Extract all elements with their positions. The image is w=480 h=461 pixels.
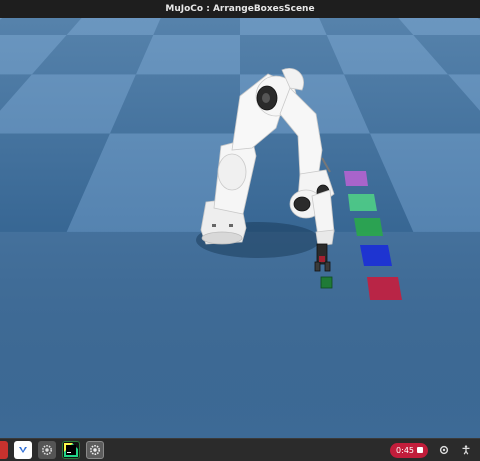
violet-target — [344, 171, 368, 186]
scene-canvas[interactable] — [0, 18, 480, 438]
gear-glyph-active — [90, 445, 100, 455]
small-green-box — [320, 276, 333, 289]
vscode-icon[interactable] — [14, 441, 32, 459]
recording-time: 0:45 — [396, 445, 414, 455]
notification-icon[interactable] — [436, 442, 452, 458]
blue-target — [360, 245, 392, 266]
green-target — [354, 218, 383, 236]
red-target — [367, 277, 402, 300]
taskbar: 0:45 — [0, 438, 480, 461]
held-red-box — [319, 256, 325, 262]
light-green-target — [348, 194, 377, 211]
settings-gear-icon[interactable] — [38, 441, 56, 459]
dot-glyph — [439, 445, 449, 455]
mujoco-gear-icon[interactable] — [86, 441, 104, 459]
pycharm-glyph — [64, 443, 78, 457]
gear-glyph — [42, 445, 52, 455]
person-glyph — [462, 445, 470, 455]
pycharm-icon[interactable] — [62, 441, 80, 459]
vscode-glyph — [19, 447, 27, 453]
screen-recording-indicator[interactable]: 0:45 — [390, 442, 428, 458]
system-tray: 0:45 — [390, 439, 480, 461]
taskbar-edge-app[interactable] — [0, 441, 8, 459]
mujoco-viewport[interactable] — [0, 18, 480, 438]
stop-recording-icon[interactable] — [417, 447, 423, 453]
accessibility-icon[interactable] — [458, 442, 474, 458]
window-title: MuJoCo : ArrangeBoxesScene — [0, 0, 480, 19]
